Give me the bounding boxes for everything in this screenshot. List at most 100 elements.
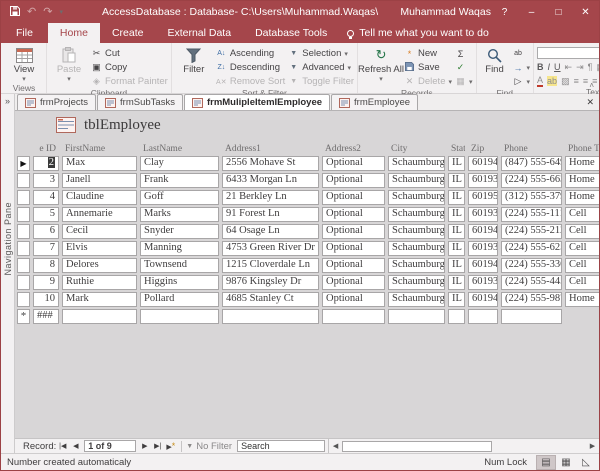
table-cell[interactable]: Cell [565,275,599,290]
account-name[interactable]: Muhammad Waqas [400,6,491,18]
table-cell[interactable]: 9876 Kingsley Dr [222,275,319,290]
table-cell[interactable]: Optional [322,156,385,171]
tab-external-data[interactable]: External Data [155,23,243,43]
table-cell-id[interactable]: 10 [33,292,59,307]
tab-file[interactable]: File [1,23,48,43]
last-record-icon[interactable]: ▶| [151,442,164,450]
italic-icon[interactable]: I [548,62,551,72]
table-cell[interactable]: 60193 [468,207,498,222]
table-cell[interactable]: (224) 555-1111 [501,207,562,222]
table-cell[interactable]: (224) 555-3366 [501,258,562,273]
table-cell[interactable]: Elvis [62,241,137,256]
table-cell[interactable] [468,309,498,324]
fill-color-icon[interactable]: ▨ [561,76,570,87]
new-record-selector[interactable]: * [17,309,30,324]
table-cell[interactable]: IL [448,190,465,205]
table-cell[interactable]: Claudine [62,190,137,205]
increase-indent-icon[interactable]: ⇥ [576,62,584,73]
table-cell[interactable] [322,309,385,324]
table-cell[interactable]: 60194 [468,224,498,239]
bold-icon[interactable]: B [537,62,544,72]
datasheet-view-icon[interactable]: ▦ [556,455,576,470]
table-cell[interactable] [140,309,219,324]
table-cell[interactable]: 4685 Stanley Ct [222,292,319,307]
table-cell[interactable]: 64 Osage Ln [222,224,319,239]
minimize-button[interactable]: – [518,1,545,23]
table-cell[interactable]: Home [565,190,599,205]
table-cell[interactable]: Optional [322,258,385,273]
collapse-ribbon-icon[interactable]: ˄ [589,81,594,90]
align-center-icon[interactable]: ≡ [583,76,588,86]
table-cell[interactable]: IL [448,224,465,239]
table-cell-id[interactable]: 8 [33,258,59,273]
previous-record-icon[interactable]: ◀ [69,442,82,450]
table-cell[interactable]: Higgins [140,275,219,290]
format-painter-button[interactable]: ◈ Format Painter [91,75,168,88]
copy-button[interactable]: ▣ Copy [91,61,168,74]
new-record-button[interactable]: * New [404,47,452,60]
table-cell-id[interactable]: ### [33,309,59,324]
refresh-all-button[interactable]: ↻ Refresh All ▾ [361,44,401,88]
paste-button[interactable]: Paste ▾ [50,44,88,88]
scroll-left-icon[interactable]: ◀ [329,442,342,450]
table-cell[interactable]: 60193 [468,241,498,256]
close-button[interactable]: ✕ [572,1,599,23]
font-name-select[interactable]: ▾ [537,47,600,59]
form-view-icon[interactable]: ▤ [536,455,556,470]
table-cell-id[interactable]: 2 [33,156,59,171]
table-cell[interactable]: Mark [62,292,137,307]
table-cell[interactable]: (224) 555-4455 [501,275,562,290]
row-selector[interactable] [17,258,30,273]
table-cell-id[interactable]: 6 [33,224,59,239]
table-cell[interactable]: Schaumburg [388,292,445,307]
table-cell[interactable]: 60194 [468,292,498,307]
table-cell[interactable]: Ruthie [62,275,137,290]
table-cell[interactable]: Snyder [140,224,219,239]
find-button[interactable]: Find [480,44,510,88]
next-record-icon[interactable]: ▶ [138,442,151,450]
table-cell[interactable]: Schaumburg [388,224,445,239]
table-cell[interactable]: Clay [140,156,219,171]
table-cell[interactable]: Optional [322,190,385,205]
table-cell[interactable]: (312) 555-3795 [501,190,562,205]
cut-button[interactable]: ✂ Cut [91,47,168,60]
toggle-filter-button[interactable]: ▼ Toggle Filter [288,75,354,88]
delete-record-button[interactable]: ✕ Delete ▾ [404,75,452,88]
close-object-icon[interactable]: ✕ [586,97,594,108]
table-cell[interactable]: Optional [322,207,385,222]
save-record-button[interactable]: Save [404,61,452,74]
table-cell[interactable]: IL [448,173,465,188]
align-left-icon[interactable]: ≡ [574,76,579,86]
customize-qat-icon[interactable]: ▾ [59,9,63,16]
table-cell[interactable]: Cell [565,207,599,222]
table-cell[interactable]: (224) 555-6631 [501,173,562,188]
table-cell[interactable]: 60194 [468,156,498,171]
search-input[interactable] [237,440,325,452]
filter-indicator[interactable]: ▼ No Filter [186,441,232,452]
first-record-icon[interactable]: |◀ [56,442,69,450]
table-cell[interactable]: 4753 Green River Dr [222,241,319,256]
highlight-icon[interactable]: ab [547,76,557,86]
table-cell[interactable]: (224) 555-9876 [501,292,562,307]
doc-tab-frmSubTasks[interactable]: frmSubTasks [97,94,183,110]
scroll-right-icon[interactable]: ▶ [586,442,599,450]
undo-icon[interactable]: ↶ [27,7,36,18]
tab-create[interactable]: Create [100,23,156,43]
table-cell[interactable]: Cecil [62,224,137,239]
table-cell[interactable]: Schaumburg [388,275,445,290]
select-button[interactable]: ▷▾ [513,75,531,88]
table-cell[interactable] [62,309,137,324]
layout-view-icon[interactable]: ◺ [576,455,596,470]
table-cell-id[interactable]: 4 [33,190,59,205]
table-cell[interactable]: Annemarie [62,207,137,222]
underline-icon[interactable]: U [554,62,561,72]
totals-button[interactable]: Σ [455,47,473,60]
table-cell[interactable]: Manning [140,241,219,256]
decrease-indent-icon[interactable]: ⇤ [565,62,573,73]
table-cell-id[interactable]: 3 [33,173,59,188]
horizontal-scrollbar[interactable]: ◀ ▶ [328,439,599,453]
row-selector[interactable] [17,241,30,256]
row-selector[interactable] [17,207,30,222]
table-cell[interactable]: 91 Forest Ln [222,207,319,222]
gridlines-icon[interactable]: ▦ [596,62,600,73]
